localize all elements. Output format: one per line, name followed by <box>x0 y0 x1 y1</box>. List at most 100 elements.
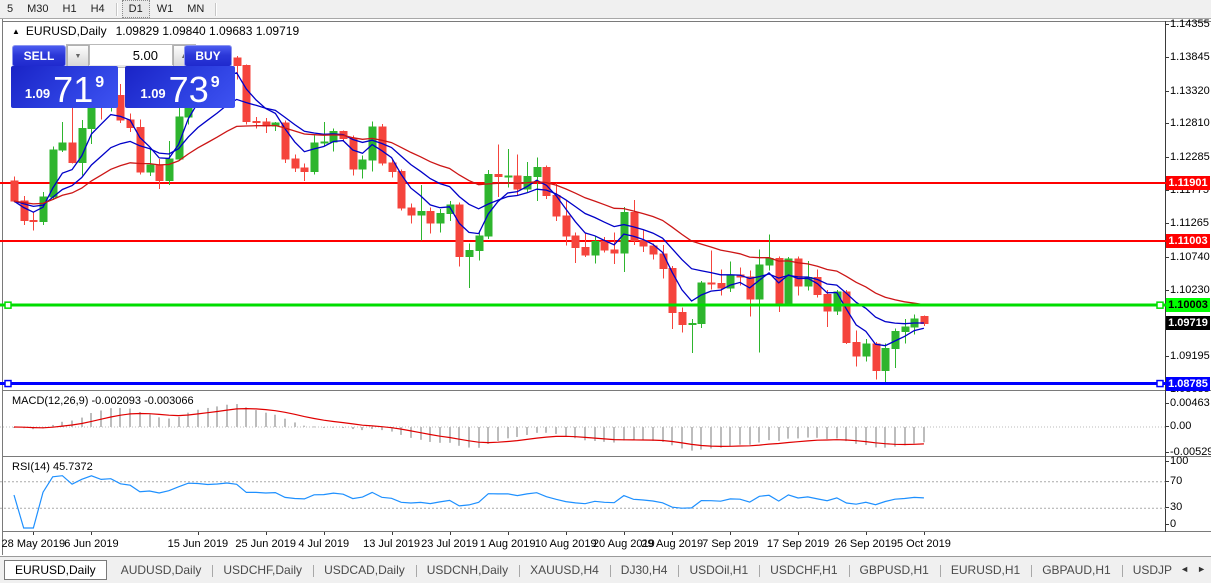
bid-price-pip: 9 <box>95 74 104 92</box>
period-button-h4[interactable]: H4 <box>84 1 112 17</box>
hline-price-label: 1.10003 <box>1166 298 1210 312</box>
bid-price-box[interactable]: 1.09 71 9 <box>11 66 118 108</box>
ask-price-small: 1.09 <box>140 86 165 101</box>
hline-price-label: 1.11901 <box>1166 176 1210 190</box>
rsi-tick: 0 <box>1170 518 1176 530</box>
toolbar-separator <box>215 3 217 16</box>
chart-tab-usdcnh-daily[interactable]: USDCNH,Daily <box>416 560 519 580</box>
tick-mark <box>1165 507 1169 508</box>
chart-tab-dj30-h4[interactable]: DJ30,H4 <box>610 560 679 580</box>
date-tick-mark <box>392 532 393 535</box>
price-tick: 1.09195 <box>1170 350 1210 362</box>
rsi-line <box>14 476 924 528</box>
tick-mark <box>1165 290 1169 291</box>
lot-size-input[interactable] <box>89 45 173 65</box>
tick-mark <box>1165 57 1169 58</box>
tick-mark <box>1165 257 1169 258</box>
tick-mark <box>1165 461 1169 462</box>
tick-mark <box>1165 403 1169 404</box>
lot-decrease-button[interactable]: ▼ <box>67 45 89 67</box>
price-tick: 1.10230 <box>1170 284 1210 296</box>
chart-tab-audusd-daily[interactable]: AUDUSD,Daily <box>110 560 213 580</box>
chart-tab-usdchf-daily[interactable]: USDCHF,Daily <box>212 560 313 580</box>
line-selection-marker[interactable] <box>1157 381 1163 387</box>
tick-mark <box>1165 190 1169 191</box>
chart-tab-usdcad-daily[interactable]: USDCAD,Daily <box>313 560 416 580</box>
date-label: 1 Aug 2019 <box>480 538 536 550</box>
line-selection-marker[interactable] <box>1157 302 1163 308</box>
tab-scroll-left-icon[interactable]: ◄ <box>1180 564 1189 574</box>
rsi-name: RSI(14) <box>12 461 50 473</box>
price-tick: 1.12810 <box>1170 117 1210 129</box>
tick-mark <box>1165 426 1169 427</box>
line-selection-marker[interactable] <box>5 381 11 387</box>
date-label: 13 Jul 2019 <box>363 538 420 550</box>
price-tick: 1.12285 <box>1170 151 1210 163</box>
date-label: 10 Aug 2019 <box>535 538 597 550</box>
rsi-value: 45.7372 <box>53 461 93 473</box>
rsi-label: RSI(14) 45.7372 <box>12 461 93 473</box>
period-button-h1[interactable]: H1 <box>56 1 84 17</box>
tab-scroll-right-icon[interactable]: ► <box>1197 564 1206 574</box>
date-axis[interactable]: 28 May 20196 Jun 201915 Jun 201925 Jun 2… <box>3 532 1165 554</box>
price-tick: 1.13320 <box>1170 85 1210 97</box>
rsi-pane[interactable] <box>0 458 1166 530</box>
date-tick-mark <box>866 532 867 535</box>
chart-ohlc-values: 1.09829 1.09840 1.09683 1.09719 <box>116 24 300 38</box>
date-label: 26 Sep 2019 <box>835 538 897 550</box>
period-button-d1[interactable]: D1 <box>122 0 150 18</box>
period-button-mn[interactable]: MN <box>180 1 211 17</box>
date-tick-mark <box>266 532 267 535</box>
period-button-5[interactable]: 5 <box>0 1 20 17</box>
tab-scroll-controls: ◄► <box>1180 564 1206 574</box>
date-label: 29 Aug 2019 <box>641 538 703 550</box>
chart-tab-usdoil-h1[interactable]: USDOil,H1 <box>678 560 759 580</box>
bid-price-big: 71 <box>53 75 93 105</box>
macd-tick: 0.00463 <box>1170 397 1210 409</box>
period-button-w1[interactable]: W1 <box>150 1 181 17</box>
chart-tab-usdchf-h1[interactable]: USDCHF,H1 <box>759 560 848 580</box>
macd-values: -0.002093 -0.003066 <box>91 395 193 407</box>
bid-price-small: 1.09 <box>25 86 50 101</box>
date-label: 15 Jun 2019 <box>168 538 229 550</box>
hline-price-label: 1.08785 <box>1166 377 1210 391</box>
chart-tab-xauusd-h4[interactable]: XAUUSD,H4 <box>519 560 610 580</box>
price-tick: 1.14355 <box>1170 18 1210 30</box>
sell-button[interactable]: SELL <box>12 45 66 67</box>
ask-price-box[interactable]: 1.09 73 9 <box>125 66 235 108</box>
macd-histogram <box>13 404 925 451</box>
rsi-tick: 100 <box>1170 455 1188 467</box>
line-selection-marker[interactable] <box>5 302 11 308</box>
hline-price-label: 1.11003 <box>1166 234 1210 248</box>
tick-mark <box>1165 24 1169 25</box>
period-button-m30[interactable]: M30 <box>20 1 55 17</box>
tick-mark <box>1165 123 1169 124</box>
chart-tab-bar: EURUSD,DailyAUDUSD,DailyUSDCHF,DailyUSDC… <box>0 556 1211 583</box>
buy-button[interactable]: BUY <box>184 45 232 67</box>
chart-tab-gbpusd-h1[interactable]: GBPUSD,H1 <box>849 560 940 580</box>
chart-title: ▲EURUSD,Daily1.09829 1.09840 1.09683 1.0… <box>12 24 299 38</box>
date-tick-mark <box>91 532 92 535</box>
chart-tab-gbpaud-h1[interactable]: GBPAUD,H1 <box>1031 560 1121 580</box>
tick-mark <box>1165 452 1169 453</box>
date-tick-mark <box>730 532 731 535</box>
chart-tab-usdjp[interactable]: USDJP <box>1122 560 1183 580</box>
date-tick-mark <box>566 532 567 535</box>
chart-tab-eurusd-daily[interactable]: EURUSD,Daily <box>4 560 107 580</box>
rsi-tick: 70 <box>1170 475 1182 487</box>
chart-tab-eurusd-h1[interactable]: EURUSD,H1 <box>940 560 1031 580</box>
tick-mark <box>1165 223 1169 224</box>
date-label: 17 Sep 2019 <box>767 538 829 550</box>
tick-mark <box>1165 481 1169 482</box>
tick-mark <box>1165 91 1169 92</box>
rsi-tick: 30 <box>1170 501 1182 513</box>
macd-label: MACD(12,26,9) -0.002093 -0.003066 <box>12 395 194 407</box>
macd-tick: 0.00 <box>1170 420 1191 432</box>
collapse-icon[interactable]: ▲ <box>12 27 20 36</box>
date-label: 5 Oct 2019 <box>897 538 951 550</box>
date-tick-mark <box>924 532 925 535</box>
tick-mark <box>1165 524 1169 525</box>
date-tick-mark <box>324 532 325 535</box>
date-label: 6 Jun 2019 <box>64 538 118 550</box>
price-tick: 1.13845 <box>1170 51 1210 63</box>
